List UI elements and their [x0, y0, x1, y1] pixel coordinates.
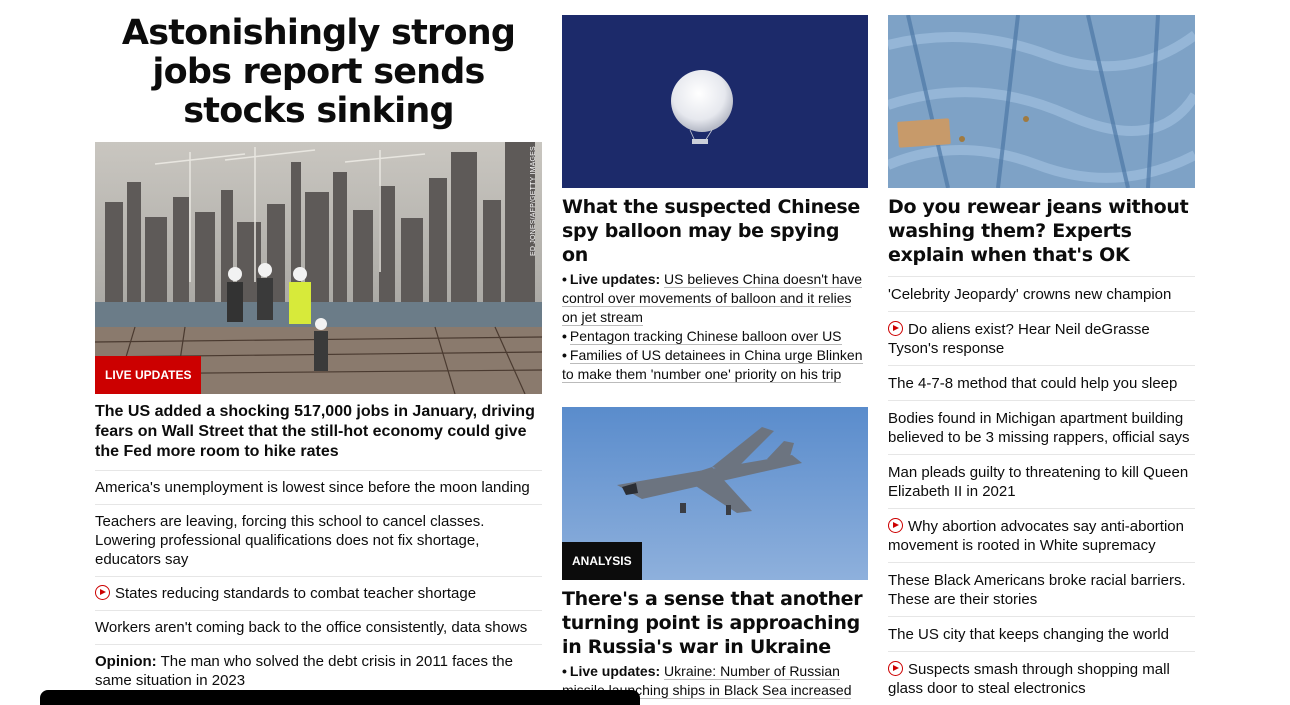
story-link-text: Do aliens exist? Hear Neil deGrasse Tyso… — [888, 321, 1150, 357]
story-link-text: Teachers are leaving, forcing this schoo… — [95, 513, 485, 568]
story-link[interactable]: These Black Americans broke racial barri… — [888, 562, 1195, 616]
story-link-text: Suspects smash through shopping mall gla… — [888, 661, 1170, 697]
story-link[interactable]: Why abortion advocates say anti-abortion… — [888, 508, 1195, 562]
story-link[interactable]: Suspects smash through shopping mall gla… — [888, 651, 1195, 705]
bullet-dot: • — [562, 328, 567, 344]
spy-balloon-bullets: • Live updates: US believes China doesn't… — [562, 270, 868, 384]
bullet-link[interactable]: • Families of US detainees in China urge … — [562, 346, 868, 384]
story-link-text: 'Celebrity Jeopardy' crowns new champion — [888, 286, 1172, 303]
story-link[interactable]: Man pleads guilty to threatening to kill… — [888, 454, 1195, 508]
lead-story-image[interactable]: ED JONES/AFP/GETTY IMAGES LIVE UPDATES — [95, 142, 542, 394]
story-link[interactable]: Do aliens exist? Hear Neil deGrasse Tyso… — [888, 311, 1195, 365]
jeans-photo — [888, 15, 1195, 188]
balloon-photo — [562, 15, 868, 188]
story-link[interactable]: The 4-7-8 method that could help you sle… — [888, 365, 1195, 400]
spy-balloon-headline[interactable]: What the suspected Chinese spy balloon m… — [562, 195, 868, 267]
play-video-icon — [888, 518, 903, 533]
jeans-image[interactable] — [888, 15, 1195, 188]
bottom-overlay-bar — [40, 690, 640, 705]
fighter-jet-image[interactable]: ANALYSIS — [562, 407, 868, 580]
play-video-icon — [95, 585, 110, 600]
right-column: Do you rewear jeans without washing them… — [888, 15, 1195, 705]
lead-story-column: Astonishingly strong jobs report sends s… — [95, 0, 542, 697]
bullet-link-text: Families of US detainees in China urge B… — [562, 347, 863, 383]
story-link-text: Bodies found in Michigan apartment build… — [888, 410, 1190, 446]
ukraine-headline[interactable]: There's a sense that another turning poi… — [562, 587, 868, 659]
play-video-icon — [888, 661, 903, 676]
story-link[interactable]: 'Celebrity Jeopardy' crowns new champion — [888, 276, 1195, 311]
story-link[interactable]: Workers aren't coming back to the office… — [95, 610, 542, 644]
story-link[interactable]: Bodies found in Michigan apartment build… — [888, 400, 1195, 454]
center-column: What the suspected Chinese spy balloon m… — [562, 15, 868, 700]
analysis-badge: ANALYSIS — [562, 542, 642, 580]
lead-story-title[interactable]: Astonishingly strong jobs report sends s… — [95, 0, 542, 142]
photo-credit: ED JONES/AFP/GETTY IMAGES — [530, 146, 537, 256]
live-updates-badge: LIVE UPDATES — [95, 356, 202, 394]
story-link-text: The US city that keeps changing the worl… — [888, 626, 1169, 643]
story-link-text: Why abortion advocates say anti-abortion… — [888, 518, 1184, 554]
story-link[interactable]: America's unemployment is lowest since b… — [95, 470, 542, 504]
story-link-text: The 4-7-8 method that could help you sle… — [888, 375, 1178, 392]
play-video-icon — [888, 321, 903, 336]
bullet-link[interactable]: • Pentagon tracking Chinese balloon over … — [562, 327, 868, 346]
story-prefix: Opinion: — [95, 653, 157, 670]
story-link-text: These Black Americans broke racial barri… — [888, 572, 1186, 608]
bullet-dot: • — [562, 663, 567, 679]
jeans-headline[interactable]: Do you rewear jeans without washing them… — [888, 195, 1195, 267]
story-link[interactable]: States reducing standards to combat teac… — [95, 576, 542, 610]
bullet-dot: • — [562, 347, 567, 363]
story-link-text: America's unemployment is lowest since b… — [95, 479, 530, 496]
story-link[interactable]: Teachers are leaving, forcing this schoo… — [95, 504, 542, 576]
story-link-text: Man pleads guilty to threatening to kill… — [888, 464, 1189, 500]
story-link-text: The man who solved the debt crisis in 20… — [95, 653, 513, 689]
bullet-link[interactable]: • Live updates: US believes China doesn't… — [562, 270, 868, 327]
bullet-prefix: Live updates: — [569, 271, 661, 287]
bullet-link-text: Pentagon tracking Chinese balloon over U… — [569, 328, 842, 345]
related-stories-list: America's unemployment is lowest since b… — [95, 470, 542, 697]
story-link[interactable]: The US city that keeps changing the worl… — [888, 616, 1195, 651]
bullet-dot: • — [562, 271, 567, 287]
spy-balloon-image[interactable] — [562, 15, 868, 188]
right-stories-list: 'Celebrity Jeopardy' crowns new champion… — [888, 276, 1195, 705]
story-link-text: Workers aren't coming back to the office… — [95, 619, 528, 636]
lead-story-headline[interactable]: The US added a shocking 517,000 jobs in … — [95, 402, 542, 470]
story-link-text: States reducing standards to combat teac… — [115, 585, 477, 602]
bullet-prefix: Live updates: — [569, 663, 661, 679]
